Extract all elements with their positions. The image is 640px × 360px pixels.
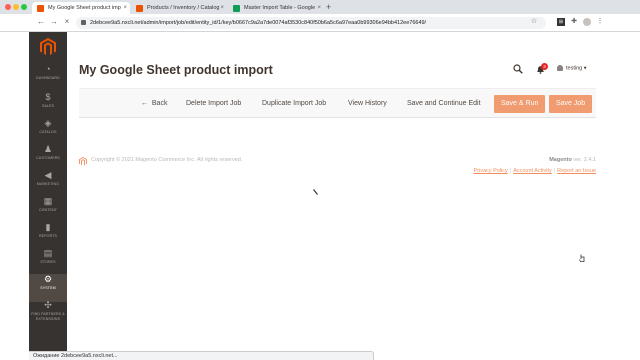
minimize-window-icon[interactable] [13,4,19,10]
address-toolbar: ← → × 2debcee9a5.nxcli.net/admin/import/… [0,14,640,32]
browser-tab-active[interactable]: My Google Sheet product imp × [32,2,130,14]
page-actions-bar: ← Back Delete Import Job Duplicate Impor… [79,88,596,118]
sidebar-item-label: Sales [41,104,55,108]
sidebar-item-label: Stores [40,260,56,264]
dollar-icon: $ [45,92,51,102]
footer-links: Privacy Policy | Account Activity | Report a… [473,168,596,174]
duplicate-import-job-button[interactable]: Duplicate Import Job [262,89,326,119]
admin-sidebar: ◔ Dashboard $ Sales ◈ Catalog ♟ Customer… [29,32,67,360]
url-text[interactable]: 2debcee9a5.nxcli.net/admin/import/job/ed… [90,17,426,29]
puzzle-icon[interactable]: ✚ [570,18,578,26]
magento-footer-logo-icon [79,157,87,166]
sidebar-item-label: Reports [38,234,57,238]
page-title: My Google Sheet product import [79,63,273,77]
brand-name: Magento [549,157,572,163]
status-bar: Ожидание 2debcee9a5.nxcli.net... [29,351,374,360]
notification-count-badge[interactable]: 3 [541,63,548,70]
sidebar-item-label: Marketing [36,182,60,186]
tab-title: Master Import Table - Google [244,5,316,11]
sidebar-item-marketing[interactable]: ◀ Marketing [29,170,67,198]
maximize-window-icon[interactable] [21,4,27,10]
save-and-continue-button[interactable]: Save and Continue Edit [407,89,481,119]
sidebar-item-label: Content [38,208,58,212]
tab-title: Products / Inventory / Catalog [147,5,220,11]
sidebar-item-system[interactable]: ⚙ System [29,274,67,302]
account-activity-link[interactable]: Account Activity [513,168,552,174]
sidebar-item-partners[interactable]: ✣ Find Partners & Extensions [29,300,67,330]
store-icon: ▤ [43,248,53,258]
user-name: testing [566,65,583,72]
sidebar-item-label: Customers [36,156,60,160]
user-icon [557,65,563,71]
sidebar-item-stores[interactable]: ▤ Stores [29,248,67,276]
sheets-favicon-icon [233,5,240,12]
save-job-button[interactable]: Save Job [549,95,593,113]
magento-logo-icon[interactable] [40,38,56,56]
close-tab-icon[interactable]: × [317,2,321,14]
tab-strip: My Google Sheet product imp × Products /… [0,0,640,14]
menu-dots-icon[interactable]: ⋮ [596,18,604,26]
sidebar-item-label: Catalog [39,130,57,134]
back-button-label: Back [151,100,168,107]
layout-icon: ▦ [43,196,53,206]
sidebar-item-customers[interactable]: ♟ Customers [29,144,67,172]
back-button[interactable]: ← Back [141,89,167,119]
user-menu[interactable]: testing ▾ [557,65,587,71]
speedometer-icon: ◔ [45,64,51,74]
sidebar-item-catalog[interactable]: ◈ Catalog [29,118,67,146]
browser-window: My Google Sheet product imp × Products /… [0,0,640,360]
privacy-policy-link[interactable]: Privacy Policy [474,168,508,174]
arrow-left-icon: ← [141,100,148,107]
profile-avatar-icon[interactable] [583,18,591,26]
sidebar-item-content[interactable]: ▦ Content [29,196,67,224]
sidebar-item-label: Dashboard [36,76,60,80]
browser-tab[interactable]: Products / Inventory / Catalog × [131,2,227,14]
address-bar[interactable]: 2debcee9a5.nxcli.net/admin/import/job/ed… [76,17,546,29]
hand-cursor-icon [579,254,585,262]
back-arrow-icon[interactable]: ← [36,17,46,26]
person-icon: ♟ [43,144,53,154]
browser-right-margin [609,32,640,360]
view-history-button[interactable]: View History [348,89,387,119]
search-icon[interactable] [513,64,523,74]
cube-icon: ◈ [44,118,52,128]
loading-spinner-icon [313,189,318,195]
bar-chart-icon: ▮ [45,222,51,232]
forward-arrow-icon[interactable]: → [49,17,59,26]
browser-left-margin [0,32,29,360]
magento-favicon-icon [136,5,143,12]
tab-title: My Google Sheet product imp [48,5,121,11]
save-and-run-button[interactable]: Save & Run [494,95,546,113]
new-tab-button[interactable]: + [326,2,331,12]
magento-favicon-icon [37,5,44,12]
megaphone-icon: ◀ [44,170,52,180]
sidebar-item-label: System [40,286,56,290]
close-tab-icon[interactable]: × [123,2,127,14]
reload-icon[interactable]: × [62,17,72,26]
sidebar-item-dashboard[interactable]: ◔ Dashboard [29,64,67,92]
extension-icon[interactable]: ⊞ [557,18,565,26]
close-tab-icon[interactable]: × [220,2,224,14]
sidebar-item-sales[interactable]: $ Sales [29,92,67,120]
version-number: ver. 2.4.1 [573,157,596,163]
chevron-down-icon: ▾ [583,65,587,72]
puzzle-icon: ✣ [44,300,52,310]
report-issue-link[interactable]: Report an Issue [557,168,596,174]
lock-icon [81,20,86,25]
star-icon[interactable]: ☆ [530,18,538,26]
sidebar-item-reports[interactable]: ▮ Reports [29,222,67,250]
delete-import-job-button[interactable]: Delete Import Job [186,89,241,119]
sidebar-item-label: Find Partners & Extensions [31,312,65,321]
browser-tab[interactable]: Master Import Table - Google × [228,2,324,14]
version-text: Magento ver. 2.4.1 [549,157,596,163]
copyright-text: Copyright © 2021 Magento Commerce Inc. A… [91,157,243,163]
close-window-icon[interactable] [5,4,11,10]
gear-icon: ⚙ [43,274,53,284]
